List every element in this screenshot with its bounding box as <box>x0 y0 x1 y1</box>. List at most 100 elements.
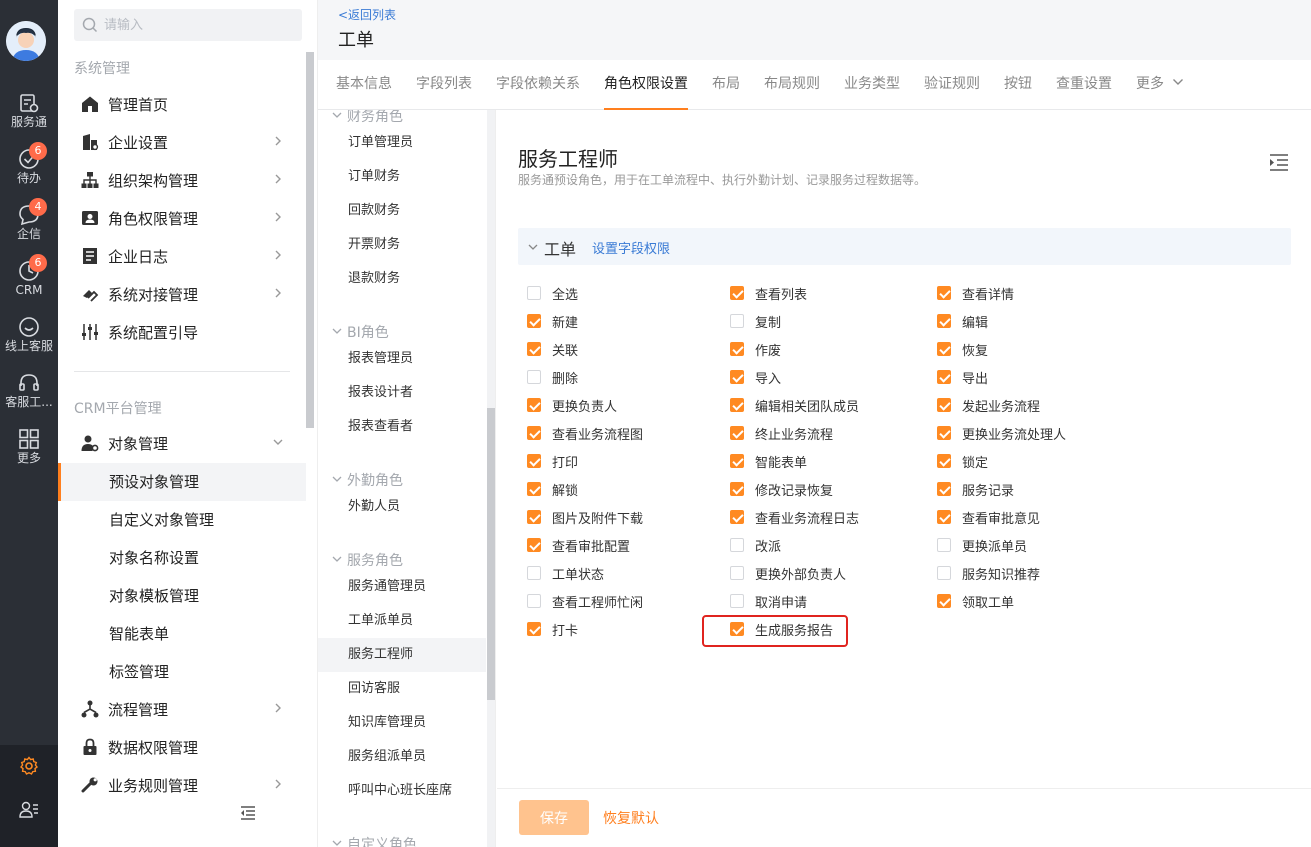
role-item[interactable]: 订单财务 <box>318 160 486 194</box>
role-group-header[interactable]: 外勤角色 <box>332 470 403 490</box>
menu-item-wrench[interactable]: 业务规则管理 <box>58 766 306 804</box>
permission-item[interactable]: 服务知识推荐 <box>937 563 1040 583</box>
tab-9[interactable]: 查重设置 <box>1056 60 1112 110</box>
permission-checkbox[interactable] <box>730 594 744 608</box>
permission-checkbox[interactable] <box>527 314 541 328</box>
permission-item[interactable]: 解锁 <box>527 479 578 499</box>
permission-item[interactable]: 查看业务流程图 <box>527 423 643 443</box>
permission-checkbox[interactable] <box>527 538 541 552</box>
permission-checkbox[interactable] <box>527 622 541 636</box>
permission-checkbox[interactable] <box>937 538 951 552</box>
permission-item[interactable]: 恢复 <box>937 339 988 359</box>
submenu-item[interactable]: 智能表单 <box>58 615 306 653</box>
role-item[interactable]: 报表查看者 <box>318 410 486 444</box>
permission-checkbox[interactable] <box>527 594 541 608</box>
permission-item[interactable]: 更换负责人 <box>527 395 617 415</box>
tab-3[interactable]: 角色权限设置 <box>604 60 688 110</box>
role-item[interactable]: 工单派单员 <box>318 604 486 638</box>
submenu-item[interactable]: 对象模板管理 <box>58 577 306 615</box>
submenu-item[interactable]: 标签管理 <box>58 653 306 691</box>
permission-checkbox[interactable] <box>527 342 541 356</box>
permission-item[interactable]: 导入 <box>730 367 781 387</box>
permission-item[interactable]: 复制 <box>730 311 781 331</box>
tab-1[interactable]: 字段列表 <box>416 60 472 110</box>
permission-item[interactable]: 打卡 <box>527 619 578 639</box>
role-item[interactable]: 知识库管理员 <box>318 706 486 740</box>
nav-scrollbar[interactable] <box>306 52 314 428</box>
tab-4[interactable]: 布局 <box>712 60 740 110</box>
collapse-menu-icon[interactable] <box>240 806 256 824</box>
scrollbar-thumb[interactable] <box>487 408 495 700</box>
permission-checkbox[interactable] <box>730 314 744 328</box>
permission-checkbox[interactable] <box>730 426 744 440</box>
submenu-item[interactable]: 预设对象管理 <box>58 463 306 501</box>
role-item[interactable]: 回款财务 <box>318 194 486 228</box>
permission-checkbox[interactable] <box>527 286 541 300</box>
chevron-down-icon[interactable] <box>528 241 538 256</box>
permission-checkbox[interactable] <box>937 398 951 412</box>
permission-checkbox[interactable] <box>730 398 744 412</box>
tab-2[interactable]: 字段依赖关系 <box>496 60 580 110</box>
permission-checkbox[interactable] <box>730 342 744 356</box>
role-item[interactable]: 开票财务 <box>318 228 486 262</box>
permission-checkbox[interactable] <box>527 370 541 384</box>
settings-gear-icon[interactable] <box>0 745 58 787</box>
role-item[interactable]: 呼叫中心班长座席 <box>318 774 486 808</box>
rail-item-0[interactable]: 服务通 <box>0 92 58 144</box>
role-item[interactable]: 服务组派单员 <box>318 740 486 774</box>
permission-item[interactable]: 锁定 <box>937 451 988 471</box>
menu-item-log-document[interactable]: 企业日志 <box>58 237 306 275</box>
permission-item[interactable]: 改派 <box>730 535 781 555</box>
role-group-header[interactable]: 自定义角色 <box>332 834 417 847</box>
permission-item[interactable]: 发起业务流程 <box>937 395 1040 415</box>
permission-item[interactable]: 编辑 <box>937 311 988 331</box>
menu-item-id-card[interactable]: 角色权限管理 <box>58 199 306 237</box>
role-item[interactable]: 服务通管理员 <box>318 570 486 604</box>
permission-checkbox[interactable] <box>730 538 744 552</box>
permission-item[interactable]: 终止业务流程 <box>730 423 833 443</box>
permission-checkbox[interactable] <box>937 454 951 468</box>
permission-item[interactable]: 更换业务流处理人 <box>937 423 1066 443</box>
permission-item[interactable]: 关联 <box>527 339 578 359</box>
rail-item-4[interactable]: 线上客服 <box>0 316 58 368</box>
permission-item[interactable]: 查看详情 <box>937 283 1014 303</box>
tab-6[interactable]: 业务类型 <box>844 60 900 110</box>
role-group-header[interactable]: 财务角色 <box>332 110 403 126</box>
permission-checkbox[interactable] <box>937 342 951 356</box>
permission-checkbox[interactable] <box>730 286 744 300</box>
permission-checkbox[interactable] <box>730 454 744 468</box>
permission-item[interactable]: 作废 <box>730 339 781 359</box>
permission-item[interactable]: 查看工程师忙闲 <box>527 591 643 611</box>
permission-item[interactable]: 服务记录 <box>937 479 1014 499</box>
role-item[interactable]: 外勤人员 <box>318 490 486 524</box>
menu-item-sliders[interactable]: 系统配置引导 <box>58 313 306 351</box>
permission-checkbox[interactable] <box>937 482 951 496</box>
permission-checkbox[interactable] <box>937 510 951 524</box>
role-item[interactable]: 订单管理员 <box>318 126 486 160</box>
role-item[interactable]: 服务工程师 <box>318 638 486 672</box>
tab-10[interactable]: 更多 <box>1136 60 1184 110</box>
permission-item[interactable]: 更换派单员 <box>937 535 1027 555</box>
permission-item[interactable]: 打印 <box>527 451 578 471</box>
permission-checkbox[interactable] <box>730 482 744 496</box>
rail-item-3[interactable]: 6 CRM <box>0 254 58 312</box>
role-group-header[interactable]: 服务角色 <box>332 550 403 570</box>
user-avatar[interactable] <box>6 21 46 61</box>
permission-item[interactable]: 全选 <box>527 283 578 303</box>
menu-item-object-mgmt[interactable]: 对象管理 <box>58 424 306 462</box>
menu-item-lock[interactable]: 数据权限管理 <box>58 728 306 766</box>
permission-checkbox[interactable] <box>937 370 951 384</box>
tab-7[interactable]: 验证规则 <box>924 60 980 110</box>
indent-list-icon[interactable] <box>1269 154 1289 176</box>
permission-checkbox[interactable] <box>527 454 541 468</box>
restore-default-link[interactable]: 恢复默认 <box>603 808 659 828</box>
menu-item-org-chart[interactable]: 组织架构管理 <box>58 161 306 199</box>
submenu-item[interactable]: 对象名称设置 <box>58 539 306 577</box>
permission-item[interactable]: 更换外部负责人 <box>730 563 846 583</box>
permission-item[interactable]: 图片及附件下载 <box>527 507 643 527</box>
permission-checkbox[interactable] <box>937 314 951 328</box>
submenu-item[interactable]: 自定义对象管理 <box>58 501 306 539</box>
permission-checkbox[interactable] <box>937 286 951 300</box>
menu-item-flow[interactable]: 流程管理 <box>58 690 306 728</box>
permission-item[interactable]: 导出 <box>937 367 988 387</box>
